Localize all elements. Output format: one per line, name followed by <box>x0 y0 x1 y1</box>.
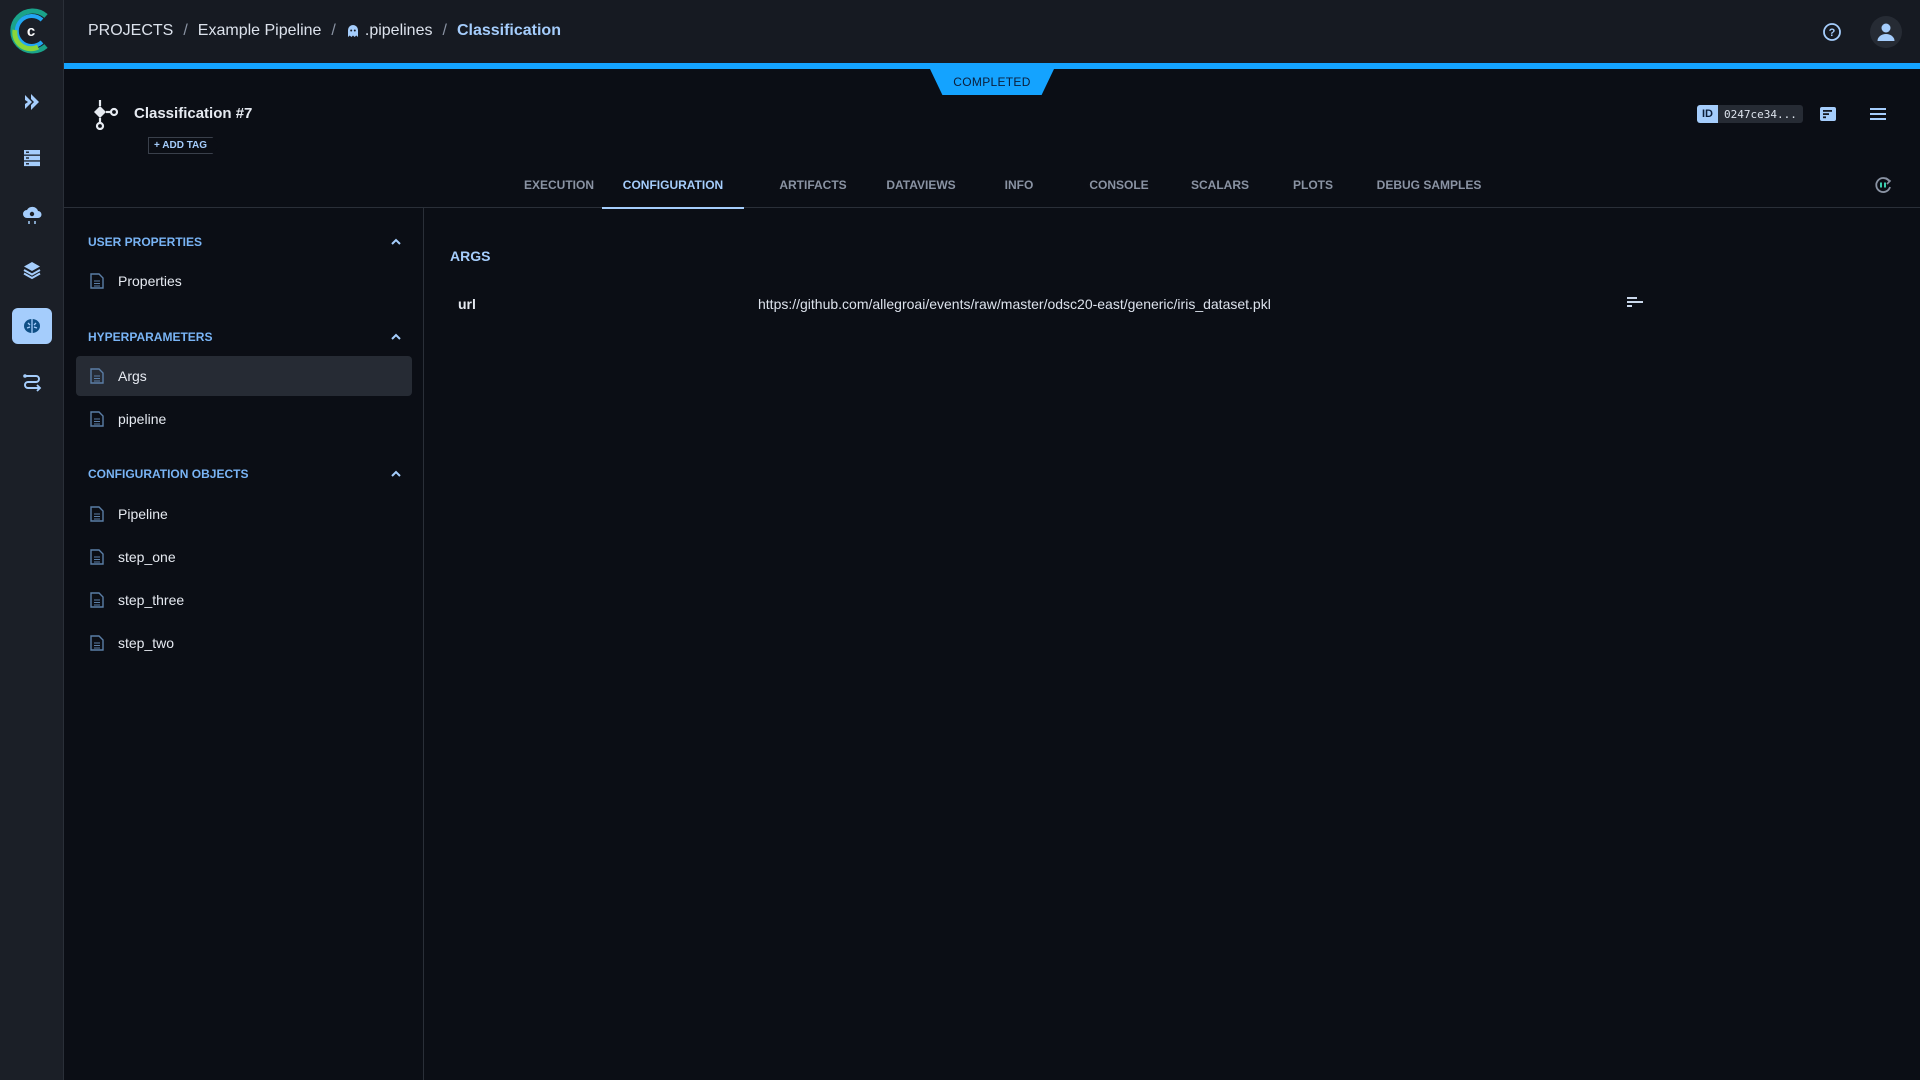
param-key: url <box>458 296 476 312</box>
panel-item-step-one[interactable]: step_one <box>76 537 412 577</box>
experiment-title: Classification #7 <box>134 105 253 122</box>
left-nav: c <box>0 0 64 1080</box>
section-title: HYPERPARAMETERS <box>88 330 213 344</box>
document-icon <box>90 506 104 522</box>
panel-item-pipeline[interactable]: pipeline <box>76 399 412 439</box>
chevron-up-icon[interactable] <box>389 467 403 481</box>
panel-item-pipeline-config[interactable]: Pipeline <box>76 494 412 534</box>
panel-item-step-two[interactable]: step_two <box>76 623 412 663</box>
tab-configuration[interactable]: CONFIGURATION <box>602 162 744 209</box>
user-icon <box>1877 23 1895 41</box>
panel-item-label: step_three <box>118 592 185 608</box>
breadcrumb-separator: / <box>331 22 336 39</box>
section-title: USER PROPERTIES <box>88 235 203 249</box>
panel-item-label: Pipeline <box>118 506 168 522</box>
tab-info[interactable]: INFO <box>984 162 1054 208</box>
panel-item-label: Properties <box>118 273 182 289</box>
breadcrumb-separator: / <box>183 22 188 39</box>
document-icon <box>90 273 104 289</box>
workflow-icon <box>23 374 42 392</box>
info-panel-button[interactable] <box>1818 104 1838 124</box>
panel-item-label: step_one <box>118 549 176 565</box>
panel-item-step-three[interactable]: step_three <box>76 580 412 620</box>
document-icon <box>90 635 104 651</box>
svg-text:?: ? <box>1829 27 1836 39</box>
args-content: ARGS url https://github.com/allegroai/ev… <box>425 208 1920 1080</box>
document-icon <box>90 368 104 384</box>
breadcrumb-projects[interactable]: PROJECTS <box>88 22 173 40</box>
args-section-title: ARGS <box>450 248 491 264</box>
nav-datasets[interactable] <box>12 140 52 176</box>
auto-refresh-icon[interactable] <box>1872 174 1894 196</box>
panel-item-args[interactable]: Args <box>76 356 412 396</box>
menu-button[interactable] <box>1868 104 1888 124</box>
pipeline-node-icon <box>94 100 119 130</box>
svg-text:c: c <box>27 23 35 40</box>
clearml-logo[interactable]: c <box>8 8 54 54</box>
breadcrumb: PROJECTS / Example Pipeline / .pipelines… <box>88 22 561 40</box>
tab-console[interactable]: CONSOLE <box>1064 162 1174 208</box>
breadcrumb-project[interactable]: Example Pipeline <box>198 22 322 40</box>
document-icon <box>90 549 104 565</box>
id-value: 0247ce34... <box>1718 105 1803 123</box>
chevron-up-icon[interactable] <box>389 235 403 249</box>
section-configuration-objects[interactable]: CONFIGURATION OBJECTS <box>88 464 403 484</box>
breadcrumb-current[interactable]: Classification <box>457 22 561 40</box>
add-tag-button[interactable]: + ADD TAG <box>148 137 222 154</box>
nav-experiments[interactable] <box>12 308 52 344</box>
section-user-properties[interactable]: USER PROPERTIES <box>88 232 403 252</box>
configuration-sections-panel: USER PROPERTIES Properties HYPERPARAMETE… <box>64 208 424 1080</box>
panel-item-properties[interactable]: Properties <box>76 261 412 301</box>
tab-debug-samples[interactable]: DEBUG SAMPLES <box>1364 162 1494 208</box>
breadcrumb-subproject[interactable]: .pipelines <box>365 22 433 40</box>
nav-models[interactable] <box>12 252 52 288</box>
section-title: CONFIGURATION OBJECTS <box>88 467 249 481</box>
panel-item-label: Args <box>118 368 147 384</box>
top-bar: PROJECTS / Example Pipeline / .pipelines… <box>64 0 1920 63</box>
panel-item-label: step_two <box>118 635 175 651</box>
document-icon <box>90 592 104 608</box>
nav-workflows[interactable] <box>12 364 52 400</box>
tab-artifacts[interactable]: ARTIFACTS <box>763 162 863 208</box>
section-hyperparameters[interactable]: HYPERPARAMETERS <box>88 327 403 347</box>
panel-item-label: pipeline <box>118 411 167 427</box>
wrap-text-icon[interactable] <box>1625 294 1645 310</box>
layers-icon <box>23 262 41 280</box>
nav-orchestration[interactable] <box>12 196 52 232</box>
status-badge: COMPLETED <box>930 69 1054 95</box>
cloud-gear-icon <box>23 206 42 224</box>
tab-bar: EXECUTION CONFIGURATION ARTIFACTS DATAVI… <box>64 162 1920 209</box>
tab-plots[interactable]: PLOTS <box>1273 162 1353 208</box>
param-value[interactable]: https://github.com/allegroai/events/raw/… <box>758 296 1271 312</box>
tab-scalars[interactable]: SCALARS <box>1170 162 1270 208</box>
pipelines-arrow-icon <box>25 94 39 110</box>
brain-icon <box>24 319 40 333</box>
breadcrumb-separator: / <box>442 22 447 39</box>
user-avatar[interactable] <box>1870 16 1902 48</box>
chevron-up-icon[interactable] <box>389 330 403 344</box>
hamburger-menu-icon <box>1870 108 1886 120</box>
server-rack-icon <box>24 150 40 167</box>
status-bar <box>64 63 1920 69</box>
details-panel-icon <box>1820 107 1836 121</box>
ghost-icon <box>347 25 358 37</box>
tab-dataviews[interactable]: DATAVIEWS <box>871 162 971 208</box>
document-icon <box>90 411 104 427</box>
id-label: ID <box>1697 105 1718 123</box>
experiment-id-chip[interactable]: ID 0247ce34... <box>1697 105 1803 123</box>
app: c PROJECTS / Example Pipeline / .pipelin <box>0 0 1920 1080</box>
help-icon[interactable]: ? <box>1822 22 1842 42</box>
nav-pipelines[interactable] <box>12 84 52 120</box>
